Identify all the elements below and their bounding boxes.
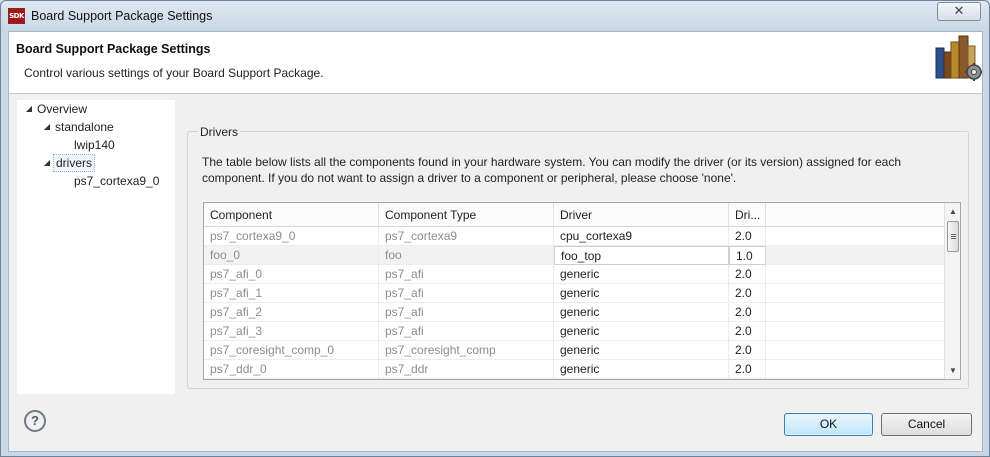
cell-component-type: ps7_coresight_comp	[379, 341, 554, 360]
table-row[interactable]: ps7_afi_3 ps7_afi generic 2.0	[204, 322, 944, 341]
header-banner: Board Support Package Settings Control v…	[9, 32, 982, 94]
table-row[interactable]: ps7_ddr_0 ps7_ddr generic 2.0	[204, 360, 944, 379]
cell-component-type: ps7_afi	[379, 284, 554, 303]
cell-component: ps7_afi_2	[204, 303, 379, 322]
cell-component-type: ps7_ddr	[379, 360, 554, 379]
table-row[interactable]: ps7_afi_2 ps7_afi generic 2.0	[204, 303, 944, 322]
cell-driver[interactable]: generic	[554, 341, 729, 360]
close-button[interactable]: ✕	[937, 2, 981, 21]
drivers-group-title: Drivers	[198, 125, 240, 139]
scrollbar-thumb[interactable]	[947, 221, 959, 252]
cell-component: ps7_afi_0	[204, 265, 379, 284]
settings-tree: ◢ Overview ◢ standalone lwip140 ◢ drivers p…	[17, 100, 175, 394]
scroll-up-icon[interactable]: ▲	[945, 203, 960, 220]
drivers-group: Drivers The table below lists all the co…	[187, 125, 969, 389]
grip-line	[951, 238, 956, 239]
grip-line	[951, 236, 956, 237]
column-header-driver-version[interactable]: Dri...	[729, 203, 766, 227]
cell-driver[interactable]: generic	[554, 360, 729, 379]
cell-component: ps7_coresight_comp_0	[204, 341, 379, 360]
cell-component-type: foo	[379, 246, 554, 265]
cell-component: ps7_afi_3	[204, 322, 379, 341]
close-icon: ✕	[953, 4, 965, 19]
help-icon[interactable]: ?	[24, 410, 46, 432]
cell-driver[interactable]: generic	[554, 284, 729, 303]
grip-line	[951, 234, 956, 235]
cell-component-type: ps7_afi	[379, 265, 554, 284]
books-gear-icon	[935, 35, 982, 81]
cell-driver[interactable]: cpu_cortexa9	[554, 227, 729, 246]
table-row[interactable]: foo_0 foo foo_top 1.0	[204, 246, 944, 265]
tree-item-overview[interactable]: ◢ Overview	[23, 100, 89, 118]
tree-item-label: standalone	[55, 120, 114, 134]
cell-component-type: ps7_afi	[379, 322, 554, 341]
cell-component: ps7_afi_1	[204, 284, 379, 303]
tree-item-label: ps7_cortexa9_0	[74, 174, 160, 188]
cell-component: foo_0	[204, 246, 379, 265]
cell-version[interactable]: 2.0	[729, 360, 766, 379]
tree-item-ps7-cortexa9-0[interactable]: ps7_cortexa9_0	[72, 172, 161, 190]
table-row[interactable]: ps7_cortexa9_0 ps7_cortexa9 cpu_cortexa9…	[204, 227, 944, 246]
column-header-driver[interactable]: Driver	[554, 203, 729, 227]
sdk-app-icon: SDK	[8, 8, 25, 24]
column-header-component-type[interactable]: Component Type	[379, 203, 554, 227]
table-row[interactable]: ps7_afi_1 ps7_afi generic 2.0	[204, 284, 944, 303]
cell-driver[interactable]: generic	[554, 303, 729, 322]
cell-component-type: ps7_afi	[379, 303, 554, 322]
cell-version[interactable]: 2.0	[729, 303, 766, 322]
tree-expand-icon[interactable]: ◢	[23, 100, 35, 118]
table-vertical-scrollbar[interactable]: ▲ ▼	[944, 203, 960, 379]
cell-version[interactable]: 2.0	[729, 322, 766, 341]
cell-version[interactable]: 2.0	[729, 227, 766, 246]
cell-driver[interactable]: foo_top	[554, 246, 729, 265]
table-row[interactable]: ps7_afi_0 ps7_afi generic 2.0	[204, 265, 944, 284]
page-subtitle: Control various settings of your Board S…	[24, 66, 324, 80]
cell-component: ps7_cortexa9_0	[204, 227, 379, 246]
tree-item-drivers[interactable]: ◢ drivers	[41, 154, 96, 172]
table-row[interactable]: ps7_coresight_comp_0 ps7_coresight_comp …	[204, 341, 944, 360]
cell-version[interactable]: 2.0	[729, 284, 766, 303]
tree-expand-icon[interactable]: ◢	[41, 118, 53, 136]
title-bar: SDK Board Support Package Settings ✕	[1, 1, 989, 31]
tree-item-label: lwip140	[74, 138, 115, 152]
cell-driver[interactable]: generic	[554, 322, 729, 341]
drivers-table: Component Component Type Driver Dri... p…	[203, 202, 961, 380]
tree-item-label: Overview	[37, 102, 88, 116]
page-title: Board Support Package Settings	[16, 42, 211, 56]
cell-component: ps7_ddr_0	[204, 360, 379, 379]
ok-button[interactable]: OK	[784, 413, 873, 436]
tree-item-standalone[interactable]: ◢ standalone	[41, 118, 116, 136]
cell-version[interactable]: 1.0	[729, 246, 766, 265]
column-header-component[interactable]: Component	[204, 203, 379, 227]
tree-item-label: drivers	[53, 154, 96, 172]
window-title: Board Support Package Settings	[31, 9, 213, 23]
dialog-content: Board Support Package Settings Control v…	[8, 31, 983, 452]
cell-version[interactable]: 2.0	[729, 265, 766, 284]
table-header: Component Component Type Driver Dri...	[204, 203, 944, 227]
dialog-window: SDK Board Support Package Settings ✕ Boa…	[0, 0, 990, 457]
tree-item-lwip140[interactable]: lwip140	[72, 136, 117, 154]
cell-driver[interactable]: generic	[554, 265, 729, 284]
scroll-down-icon[interactable]: ▼	[945, 362, 960, 379]
tree-expand-icon[interactable]: ◢	[41, 154, 53, 172]
cell-version[interactable]: 2.0	[729, 341, 766, 360]
cell-component-type: ps7_cortexa9	[379, 227, 554, 246]
cancel-button[interactable]: Cancel	[881, 413, 972, 436]
drivers-description: The table below lists all the components…	[202, 155, 902, 185]
